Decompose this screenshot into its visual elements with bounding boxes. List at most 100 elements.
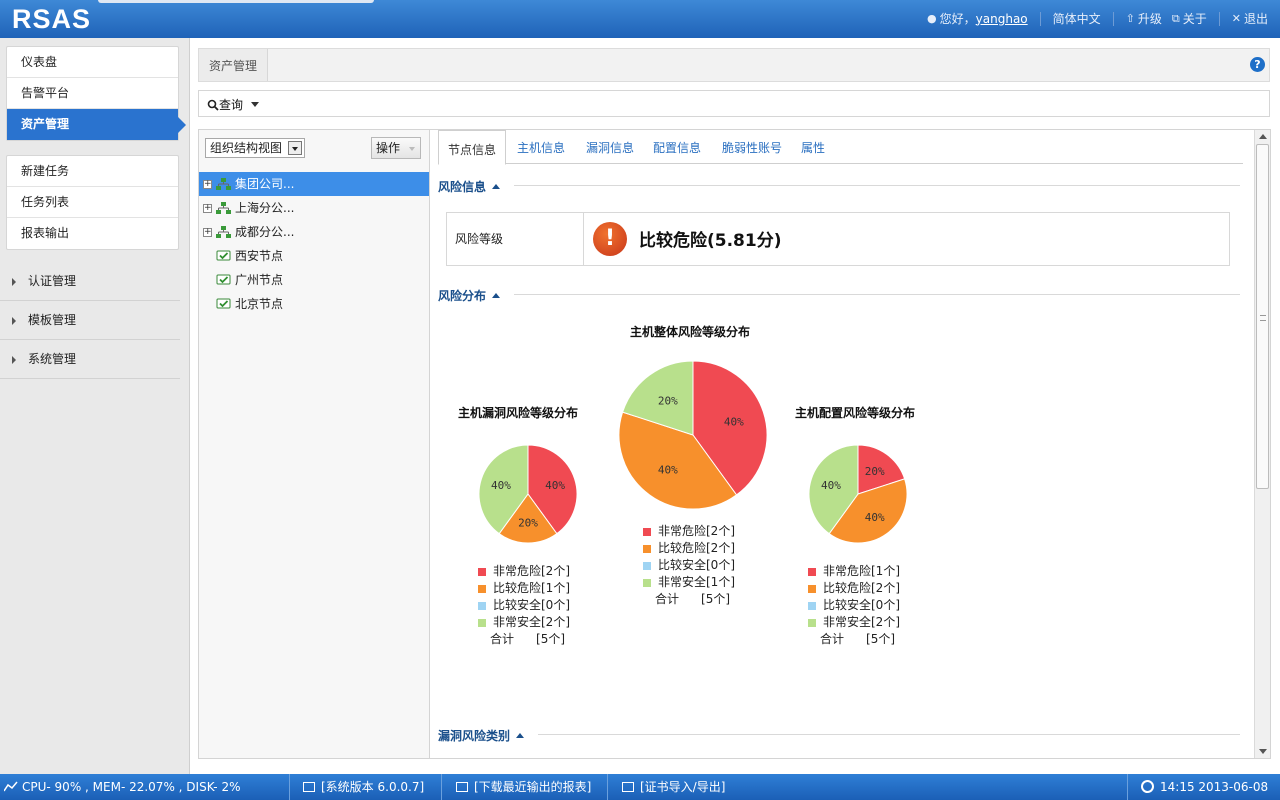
legend-item: 非常安全[2个] xyxy=(478,614,570,631)
sidebar-item-dashboard[interactable]: 仪表盘 xyxy=(7,47,178,78)
resource-text: CPU- 90% , MEM- 22.07% , DISK- 2% xyxy=(22,780,241,794)
legend-label: 非常危险[2个] xyxy=(658,524,735,538)
grip-icon xyxy=(1260,315,1266,321)
org-icon xyxy=(216,202,231,214)
greeting-text: 您好， xyxy=(939,12,976,26)
risk-level-box: 风险等级 ! 比较危险(5.81分) xyxy=(446,212,1230,266)
upgrade-label: 升级 xyxy=(1137,12,1162,26)
section-toggle[interactable]: 风险信息 xyxy=(438,178,501,195)
certificate-link[interactable]: [证书导入/导出] xyxy=(622,774,725,800)
app-logo: RSAS xyxy=(12,4,92,34)
legend-label: 非常安全[2个] xyxy=(493,615,570,629)
org-icon xyxy=(216,226,231,238)
tree-panel: 组织结构视图 操作 + 集团公司... + 上海分公... + 成都分公... … xyxy=(198,129,430,759)
pie-slice-label: 40% xyxy=(545,479,565,492)
legend-label: 比较安全[0个] xyxy=(658,558,735,572)
query-toggle[interactable]: 查询 xyxy=(207,96,260,113)
legend-swatch xyxy=(643,527,651,536)
tree-node[interactable]: 北京节点 xyxy=(199,292,429,316)
user-icon: ● xyxy=(927,12,937,25)
language-link[interactable]: 简体中文 xyxy=(1053,10,1101,27)
pie-chart-overall: 40% 40% 20% xyxy=(618,360,768,510)
view-select-value: 组织结构视图 xyxy=(210,141,283,155)
legend-item: 比较安全[0个] xyxy=(808,597,900,614)
expand-icon[interactable]: + xyxy=(203,180,212,189)
tab-attributes[interactable]: 属性 xyxy=(801,139,825,156)
section-toggle[interactable]: 漏洞风险类别 xyxy=(438,727,525,744)
tree-node[interactable]: 广州节点 xyxy=(199,268,429,292)
top-nav: ● 您好， yanghao 简体中文 ⇧ 升级 ⧉ 关于 ✕ 退出 xyxy=(927,10,1268,27)
sidebar-group-system[interactable]: 系统管理 xyxy=(0,340,180,379)
legend-label: 比较危险[2个] xyxy=(823,581,900,595)
about-link[interactable]: ⧉ 关于 xyxy=(1172,10,1207,27)
version-status: [系统版本 6.0.0.7] xyxy=(303,774,424,800)
chart-title: 主机漏洞风险等级分布 xyxy=(458,406,579,420)
section-toggle[interactable]: 风险分布 xyxy=(438,287,501,304)
tab-vuln-info[interactable]: 漏洞信息 xyxy=(586,139,634,156)
expand-icon[interactable]: + xyxy=(203,228,212,237)
pie-slice-label: 40% xyxy=(491,479,511,492)
risk-level-value: 比较危险(5.81分) xyxy=(639,231,782,251)
sidebar-group-template[interactable]: 模板管理 xyxy=(0,301,180,340)
scrollbar-thumb[interactable] xyxy=(1256,144,1269,489)
status-bar: CPU- 90% , MEM- 22.07% , DISK- 2% [系统版本 … xyxy=(0,774,1280,800)
breadcrumb: 资产管理 ? xyxy=(198,48,1270,82)
search-icon xyxy=(207,99,219,111)
legend-total: 合计 [5个] xyxy=(478,631,570,648)
monitor-icon xyxy=(303,782,315,792)
legend-item: 非常安全[1个] xyxy=(643,574,735,591)
view-select[interactable]: 组织结构视图 xyxy=(205,138,305,158)
status-divider xyxy=(1127,774,1128,800)
operations-button[interactable]: 操作 xyxy=(371,137,421,159)
tree-node[interactable]: 西安节点 xyxy=(199,244,429,268)
pie-slice-label: 20% xyxy=(865,465,885,478)
legend-item: 非常危险[2个] xyxy=(478,563,570,580)
expand-arrow-icon xyxy=(12,355,16,364)
vertical-scrollbar[interactable] xyxy=(1254,130,1270,758)
operations-label: 操作 xyxy=(376,141,401,155)
sidebar-item-new-task[interactable]: 新建任务 xyxy=(7,156,178,187)
legend-swatch xyxy=(808,584,816,593)
cert-text: [证书导入/导出] xyxy=(640,780,726,794)
download-report-link[interactable]: [下载最近输出的报表] xyxy=(456,774,591,800)
username-link[interactable]: yanghao xyxy=(976,12,1028,26)
chart-legend: 非常危险[1个] 比较危险[2个] 比较安全[0个] 非常安全[2个] 合计 [5个] xyxy=(808,563,900,648)
detail-tabs: 节点信息 主机信息 漏洞信息 配置信息 脆弱性账号 属性 xyxy=(438,130,1243,165)
about-label: 关于 xyxy=(1182,12,1207,26)
logout-label: 退出 xyxy=(1243,12,1268,26)
tab-config-info[interactable]: 配置信息 xyxy=(653,139,701,156)
pie-slice-label: 40% xyxy=(821,479,841,492)
logout-link[interactable]: ✕ 退出 xyxy=(1232,10,1268,27)
tab-host-info[interactable]: 主机信息 xyxy=(517,139,565,156)
legend-item: 非常安全[2个] xyxy=(808,614,900,631)
legend-swatch xyxy=(478,618,486,627)
legend-total-value: [5个] xyxy=(701,592,731,606)
expand-icon[interactable]: + xyxy=(203,204,212,213)
upgrade-link[interactable]: ⇧ 升级 xyxy=(1126,10,1162,27)
scroll-down-icon[interactable] xyxy=(1259,749,1267,754)
chevron-up-icon xyxy=(492,184,501,189)
sidebar-group-auth[interactable]: 认证管理 xyxy=(0,262,180,301)
sidebar-item-report-output[interactable]: 报表输出 xyxy=(7,218,178,249)
legend-item: 非常危险[1个] xyxy=(808,563,900,580)
group-label: 系统管理 xyxy=(28,352,77,366)
section-divider xyxy=(514,294,1240,295)
tab-node-info[interactable]: 节点信息 xyxy=(438,130,507,165)
chevron-up-icon xyxy=(492,293,501,298)
breadcrumb-tab[interactable]: 资产管理 xyxy=(199,49,269,81)
help-icon[interactable]: ? xyxy=(1250,57,1265,72)
legend-total-label: 合计 xyxy=(490,632,515,646)
chevron-down-icon xyxy=(251,102,260,107)
cpu-icon xyxy=(3,781,18,792)
sidebar-item-task-list[interactable]: 任务列表 xyxy=(7,187,178,218)
sidebar-item-assets[interactable]: 资产管理 xyxy=(7,109,186,140)
sidebar-item-alerts[interactable]: 告警平台 xyxy=(7,78,178,109)
scroll-up-icon[interactable] xyxy=(1259,134,1267,139)
legend-label: 比较安全[0个] xyxy=(823,598,900,612)
tree-node[interactable]: + 上海分公... xyxy=(199,196,429,220)
chart-legend: 非常危险[2个] 比较危险[1个] 比较安全[0个] 非常安全[2个] 合计 [5个] xyxy=(478,563,570,648)
tab-weak-accounts[interactable]: 脆弱性账号 xyxy=(722,139,782,156)
tree-node[interactable]: + 集团公司... xyxy=(199,172,429,196)
section-divider xyxy=(538,734,1240,735)
tree-node[interactable]: + 成都分公... xyxy=(199,220,429,244)
